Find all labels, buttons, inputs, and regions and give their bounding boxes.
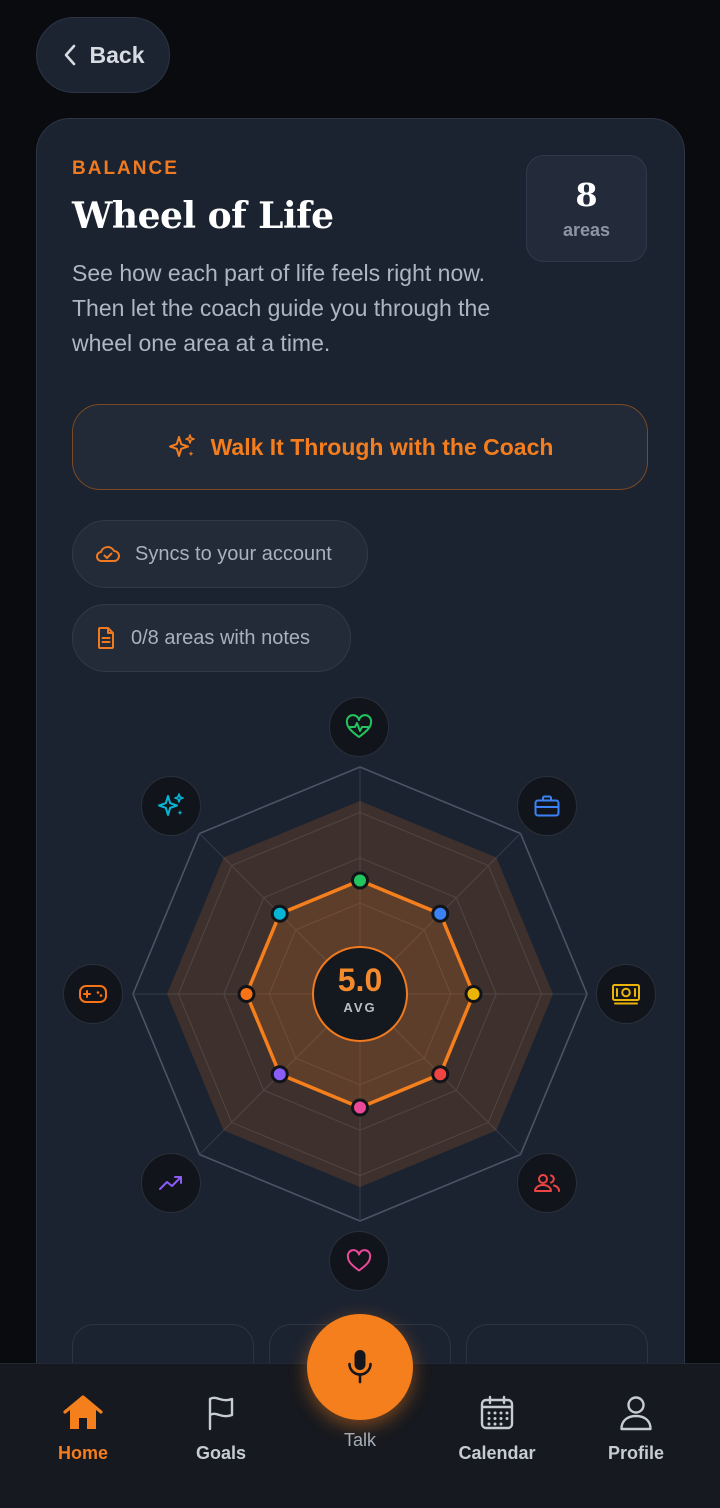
area-count-unit: areas [562,220,611,240]
tab-goals-label: Goals [195,1443,247,1463]
average-score-badge: 5.0 AVG [312,946,408,1042]
coach-button-label: Walk It Through with the Coach [210,433,554,460]
area-love-button[interactable] [329,1231,389,1291]
page-title: Wheel of Life [72,195,334,237]
calendar-icon [480,1395,514,1430]
wheel-score-point [270,904,289,923]
wheel-score-point [431,904,450,923]
sparkles-icon [158,793,184,816]
coach-walkthrough-button[interactable]: Walk It Through with the Coach [72,404,648,490]
sparkles-icon [168,434,195,457]
tab-talk-label: Talk [343,1430,376,1450]
area-money-button[interactable] [596,964,656,1024]
area-count-value: 8 [575,176,598,214]
mic-icon [348,1350,372,1384]
heart-icon [346,1249,372,1272]
area-career-button[interactable] [517,776,577,836]
briefcase-icon [534,795,560,817]
tab-profile-label: Profile [607,1443,664,1463]
tab-calendar-label: Calendar [458,1443,536,1463]
money-icon [612,984,640,1005]
tab-talk[interactable]: Talk [305,1424,415,1451]
sync-status-pill: Syncs to your account [72,520,368,588]
chevron-left-icon [64,44,75,66]
page-description: See how each part of life feels right no… [72,260,491,356]
area-spirituality-button[interactable] [141,776,201,836]
wheel-score-point [351,1098,369,1117]
flag-icon [208,1396,234,1431]
back-button[interactable]: Back [36,17,170,93]
area-relationships-button[interactable] [517,1153,577,1213]
tab-home-label: Home [57,1443,108,1463]
back-label: Back [89,41,145,68]
tab-goals[interactable]: Goals [166,1394,276,1464]
area-count-badge: 8 areas [526,155,647,262]
sync-status-label: Syncs to your account [135,542,332,565]
gamepad-icon [79,985,107,1003]
wheel-score-point [237,985,256,1003]
wheel-score-point [351,871,369,890]
notes-status-pill: 0/8 areas with notes [72,604,351,672]
area-growth-button[interactable] [141,1153,201,1213]
average-score-label: AVG [343,1000,377,1015]
notes-status-label: 0/8 areas with notes [131,626,310,649]
area-fun-button[interactable] [63,964,123,1024]
average-score-value: 5.0 [337,962,383,998]
wheel-score-point [464,985,483,1003]
heart-pulse-icon [345,714,373,738]
trending-up-icon [159,1176,182,1190]
document-icon [98,627,114,649]
wheel-score-point [431,1065,450,1084]
wheel-score-point [270,1065,289,1084]
section-eyebrow: BALANCE [72,158,179,179]
people-icon [534,1174,560,1192]
talk-mic-button[interactable] [307,1314,413,1420]
tab-home[interactable]: Home [28,1394,138,1464]
user-icon [620,1396,652,1431]
cloud-check-icon [95,546,120,562]
area-health-button[interactable] [329,697,389,757]
home-icon [63,1395,103,1429]
tab-profile[interactable]: Profile [581,1394,691,1464]
tab-calendar[interactable]: Calendar [442,1394,552,1464]
